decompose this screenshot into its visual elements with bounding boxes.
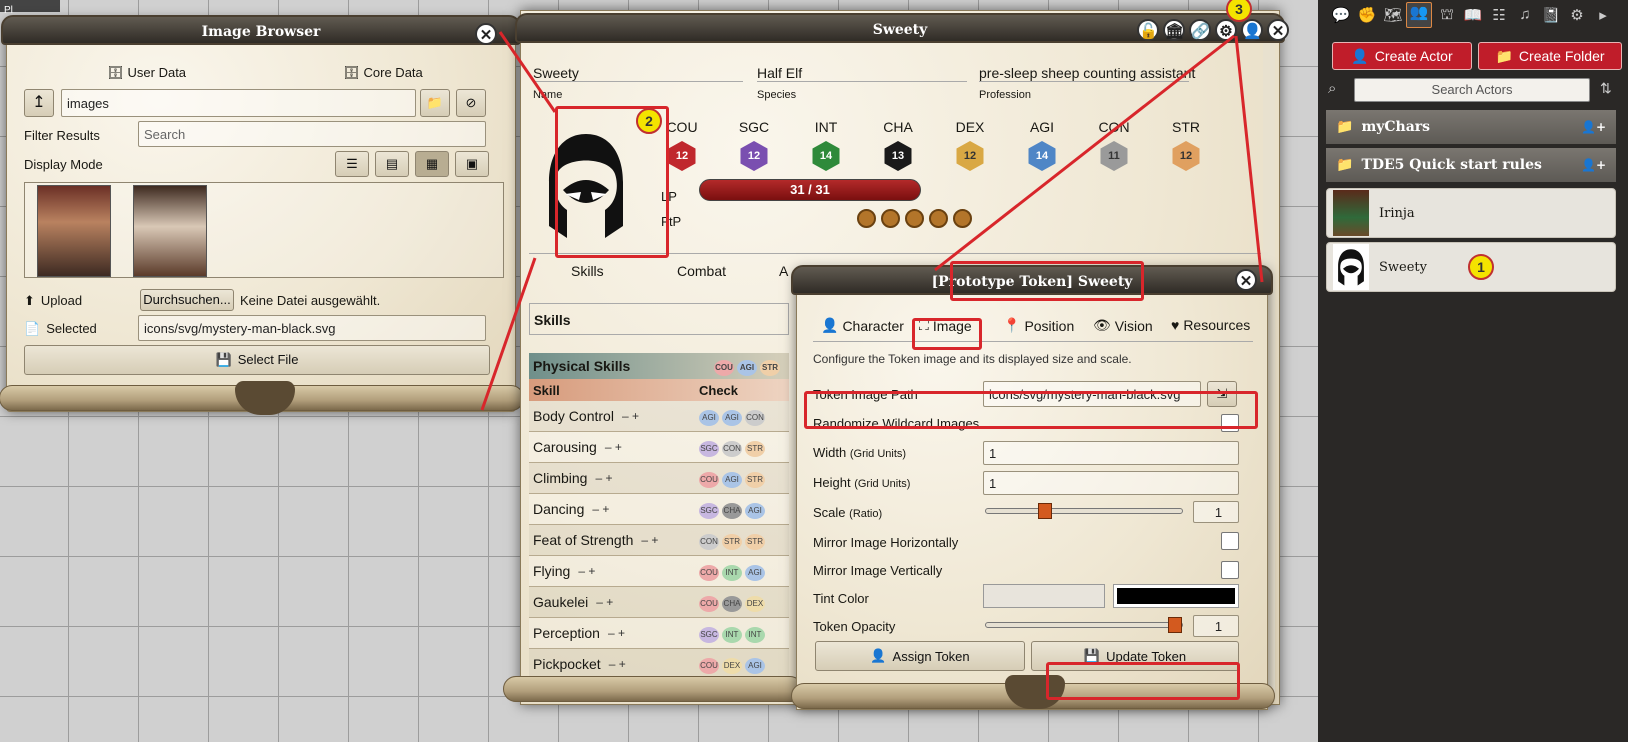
highlight-update-token xyxy=(1046,662,1240,700)
annotation-line xyxy=(934,34,1235,272)
highlight-image-tab xyxy=(912,318,982,350)
annotation-line xyxy=(480,257,537,411)
annotation-line xyxy=(498,31,557,113)
step-badge-2: 2 xyxy=(636,108,662,134)
highlight-token-title xyxy=(950,261,1144,301)
annotation-line xyxy=(1234,35,1264,283)
step-badge-1: 1 xyxy=(1468,254,1494,280)
annotation-lines xyxy=(480,31,1264,411)
highlight-token-path xyxy=(804,391,1258,429)
